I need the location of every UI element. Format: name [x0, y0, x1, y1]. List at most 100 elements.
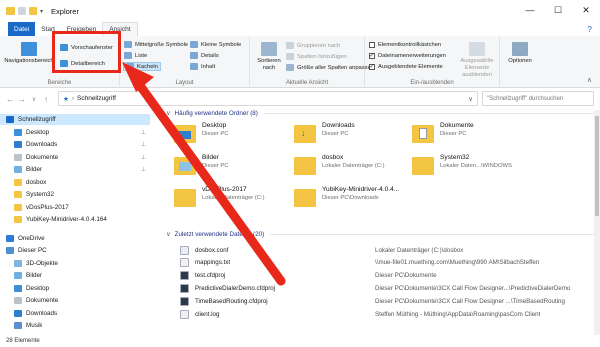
vertical-scrollbar[interactable] — [594, 110, 600, 335]
group-by-button[interactable]: Gruppieren nach — [286, 42, 340, 49]
item-checkboxes-toggle[interactable]: Elementkontrollkästchen — [369, 42, 441, 48]
recent-files-header[interactable]: ∨ Zuletzt verwendete Dateien (20) — [166, 231, 596, 238]
size-columns-button[interactable]: Größe aller Spalten anpassen — [286, 64, 374, 71]
folder-tile[interactable]: ↓ Downloads Dieser PC — [294, 122, 419, 152]
nav-item[interactable]: Schnellzugriff — [0, 114, 150, 125]
folder-icon — [294, 189, 316, 207]
folder-tile[interactable]: YubiKey-Minidriver-4.0.4... Dieser PC\Dow… — [294, 186, 419, 216]
highlight-box — [52, 31, 121, 73]
file-path: Dieser PC\Dokumente — [375, 272, 437, 280]
nav-item[interactable]: Bilder ⊥ — [0, 164, 150, 175]
properties-icon[interactable] — [18, 7, 26, 15]
recent-file-row[interactable]: mappings.txt \\mue-file01.muething.com\Mu… — [180, 257, 600, 269]
nav-item[interactable]: YubiKey-Minidriver-4.0.4.164 — [0, 214, 150, 225]
scrollbar-thumb[interactable] — [595, 116, 599, 216]
close-button[interactable]: ✕ — [572, 0, 600, 20]
pin-icon[interactable]: ⊥ — [141, 154, 146, 161]
hidden-items-toggle[interactable]: ✓ Ausgeblendete Elemente — [369, 64, 443, 70]
nav-item-label: 3D-Objekte — [26, 259, 58, 267]
recent-file-row[interactable]: PredictiveDialerDemo.cfdproj Dieser PC\Do… — [180, 282, 600, 294]
navigation-pane: Schnellzugriff Desktop ⊥ Downloads ⊥ Dokument… — [0, 110, 152, 335]
show-hide-group-label: Ein-/ausblenden — [410, 80, 454, 86]
back-button[interactable]: ← — [4, 95, 16, 104]
maximize-button[interactable]: ☐ — [544, 0, 572, 20]
options-group: Optionen — [500, 36, 540, 88]
nav-item[interactable]: Dieser PC — [0, 245, 150, 256]
nav-item-label: YubiKey-Minidriver-4.0.4.164 — [26, 216, 107, 223]
downloads-icon — [14, 141, 22, 148]
options-button[interactable]: Optionen — [504, 42, 536, 65]
add-columns-label: Spalten hinzufügen — [297, 53, 347, 60]
folder-icon — [14, 191, 22, 198]
recent-file-row[interactable]: client.log Steffen Müthing - Müthing\AppD… — [180, 308, 600, 320]
tiles-button[interactable]: Kacheln — [123, 62, 161, 71]
chevron-down-icon: ∨ — [166, 110, 171, 117]
search-input[interactable]: "Schnellzugriff" durchsuchen — [482, 91, 594, 106]
file-path: \\mue-file01.muething.com\Muething\990 A… — [375, 259, 540, 267]
navigation-pane-button[interactable]: Navigationsbereich — [4, 42, 54, 65]
nav-item[interactable]: System32 — [0, 189, 150, 200]
recent-file-row[interactable]: dosbox.conf Lokaler Datenträger (C:)\dosb… — [180, 244, 600, 256]
file-path: Lokaler Datenträger (C:)\dosbox — [375, 246, 464, 254]
music-icon — [14, 322, 22, 329]
medium-icons-button[interactable]: Mittelgroße Symbole — [124, 41, 188, 48]
recent-file-row[interactable]: TimeBasedRouting.cfdproj Dieser PC\Dokume… — [180, 295, 600, 307]
file-extensions-checkbox[interactable]: ✓ — [369, 53, 375, 59]
details-button[interactable]: Details — [190, 52, 219, 59]
minimize-button[interactable]: — — [516, 0, 544, 20]
up-button[interactable]: ↑ — [40, 95, 52, 104]
nav-item[interactable]: 3D-Objekte — [0, 258, 150, 269]
small-icons-button[interactable]: Kleine Symbole — [190, 41, 241, 48]
nav-item[interactable]: Downloads — [0, 308, 150, 319]
nav-item[interactable]: OneDrive — [0, 233, 150, 244]
folder-tile[interactable]: Bilder Dieser PC — [174, 154, 299, 184]
help-button[interactable]: ? — [588, 25, 592, 34]
item-checkboxes-checkbox[interactable] — [369, 42, 375, 48]
recent-file-row[interactable]: test.cfdproj Dieser PC\Dokumente — [180, 270, 600, 282]
collapse-ribbon-icon[interactable]: ∧ — [587, 76, 592, 84]
address-bar-row: ← → ∨ ↑ ★ › Schnellzugriff ∨ "Schnellzug… — [0, 88, 600, 110]
nav-item[interactable]: Downloads ⊥ — [0, 139, 150, 150]
folder-tile[interactable]: dosbox Lokaler Datenträger (C:) — [294, 154, 419, 184]
nav-item[interactable]: Desktop ⊥ — [0, 127, 150, 138]
pin-icon[interactable]: ⊥ — [141, 166, 146, 173]
folder-tile[interactable]: vDosPlus-2017 Lokaler Datenträger (C:) — [174, 186, 299, 216]
3d-objects-icon — [14, 259, 22, 267]
address-dropdown-icon[interactable]: ∨ — [468, 95, 473, 103]
new-folder-icon[interactable] — [29, 7, 37, 15]
add-columns-button[interactable]: Spalten hinzufügen — [286, 53, 347, 60]
window-controls: — ☐ ✕ — [516, 0, 600, 20]
pin-icon[interactable]: ⊥ — [141, 141, 146, 148]
recent-locations-button[interactable]: ∨ — [28, 96, 40, 103]
folder-tile[interactable]: Dokumente Dieser PC — [412, 122, 537, 152]
sort-by-button[interactable]: Sortieren nach — [254, 42, 284, 72]
item-checkboxes-label: Elementkontrollkästchen — [378, 42, 442, 48]
cloud-icon — [6, 234, 14, 242]
nav-item[interactable]: Musik — [0, 320, 150, 331]
nav-item[interactable]: Dokumente ⊥ — [0, 152, 150, 163]
list-button[interactable]: Liste — [124, 52, 147, 59]
nav-item-label: Desktop — [26, 128, 50, 136]
nav-item-label: System32 — [26, 191, 54, 198]
tab-file[interactable]: Datei — [8, 22, 36, 36]
file-extensions-label: Dateinamenerweiterungen — [378, 53, 446, 59]
desktop-folder-icon — [174, 125, 196, 143]
nav-item[interactable]: dosbox — [0, 177, 150, 188]
qat-dropdown-icon[interactable]: ▾ — [40, 8, 43, 15]
folder-tile[interactable]: Desktop Dieser PC — [174, 122, 299, 152]
nav-item[interactable]: Desktop — [0, 283, 150, 294]
file-extensions-toggle[interactable]: ✓ Dateinamenerweiterungen — [369, 53, 446, 59]
nav-item[interactable]: vDosPlus-2017 — [0, 202, 150, 213]
medium-icons-icon — [124, 41, 132, 48]
breadcrumb-quick-access[interactable]: Schnellzugriff — [77, 95, 116, 102]
pin-icon[interactable]: ⊥ — [141, 129, 146, 136]
content-button[interactable]: Inhalt — [190, 63, 215, 70]
address-field[interactable]: ★ › Schnellzugriff ∨ — [58, 91, 478, 106]
hidden-items-checkbox[interactable]: ✓ — [369, 64, 375, 70]
forward-button[interactable]: → — [16, 95, 28, 104]
hide-selected-button[interactable]: Ausgewählte Elemente ausblenden — [457, 42, 497, 79]
frequent-folders-header[interactable]: ∨ Häufig verwendete Ordner (8) — [166, 110, 596, 117]
folder-tile[interactable]: System32 Lokaler Daten...\WINDOWS — [412, 154, 537, 184]
nav-item[interactable]: Dokumente — [0, 295, 150, 306]
nav-item[interactable]: Bilder — [0, 270, 150, 281]
